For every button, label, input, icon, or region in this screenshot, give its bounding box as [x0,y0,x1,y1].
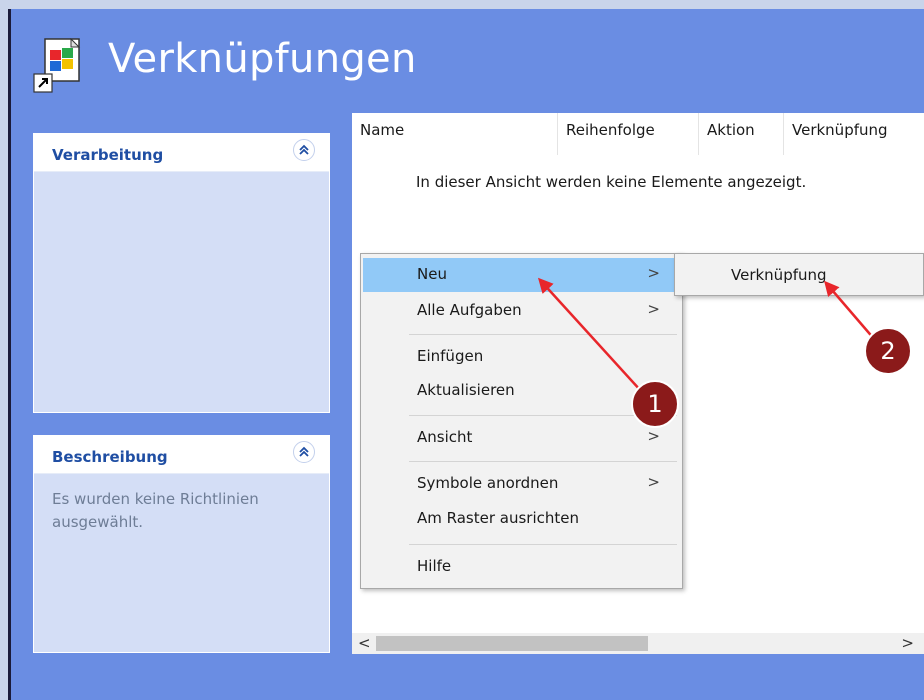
annotation-badge-1: 1 [631,380,679,428]
menu-separator [409,334,677,335]
empty-view-message: In dieser Ansicht werden keine Elemente … [416,173,807,191]
menu-item-hilfe[interactable]: Hilfe [363,550,680,584]
menu-item-alle-aufgaben[interactable]: Alle Aufgaben > [363,294,680,328]
scroll-left-button[interactable]: < [358,634,371,652]
shortcut-policy-icon [33,37,95,94]
beschreibung-panel: Beschreibung Es wurden keine Richtlinien… [33,435,330,653]
menu-item-label: Neu [417,265,447,283]
menu-item-label: Ansicht [417,428,473,446]
menu-item-label: Symbole anordnen [417,474,559,492]
menu-item-symbole-anordnen[interactable]: Symbole anordnen > [363,467,680,501]
verarbeitung-panel-header[interactable]: Verarbeitung [34,134,329,172]
scrollbar-thumb[interactable] [376,636,648,651]
submenu-arrow-icon: > [647,427,660,445]
submenu-arrow-icon: > [647,264,660,282]
double-chevron-up-icon [299,446,309,457]
submenu-arrow-icon: > [647,300,660,318]
verarbeitung-title: Verarbeitung [52,146,164,164]
page-title: Verknüpfungen [108,36,417,82]
collapse-verarbeitung-button[interactable] [293,139,315,161]
submenu-neu: Verknüpfung [674,253,924,296]
submenu-arrow-icon: > [647,473,660,491]
menu-item-label: Hilfe [417,557,452,575]
menu-item-label: Am Raster ausrichten [417,509,580,527]
menu-item-verknuepfung[interactable]: Verknüpfung [731,266,827,284]
beschreibung-text: Es wurden keine Richtlinien ausgewählt. [52,490,259,531]
column-header-verknuepfung[interactable]: Verknüpfung [784,121,888,151]
menu-item-ansicht[interactable]: Ansicht > [363,421,680,455]
menu-item-einfuegen[interactable]: Einfügen [363,340,680,374]
annotation-badge-2: 2 [864,327,912,375]
beschreibung-panel-header[interactable]: Beschreibung [34,436,329,474]
column-header-reihenfolge[interactable]: Reihenfolge [558,121,655,151]
window-edge [8,9,11,700]
menu-separator [409,544,677,545]
scroll-right-button[interactable]: > [901,634,914,652]
beschreibung-title: Beschreibung [52,448,168,466]
verarbeitung-panel: Verarbeitung [33,133,330,413]
menu-separator [409,461,677,462]
menu-item-label: Einfügen [417,347,484,365]
horizontal-scrollbar[interactable]: < > [352,633,924,654]
menu-item-neu[interactable]: Neu > [363,258,680,292]
collapse-beschreibung-button[interactable] [293,441,315,463]
menu-item-label: Aktualisieren [417,381,515,399]
context-menu: Neu > Alle Aufgaben > Einfügen Aktualisi… [360,253,683,589]
column-header-name[interactable]: Name [352,121,404,151]
column-header-aktion[interactable]: Aktion [699,121,755,151]
double-chevron-up-icon [299,144,309,155]
menu-item-am-raster-ausrichten[interactable]: Am Raster ausrichten [363,502,680,536]
menu-item-label: Alle Aufgaben [417,301,522,319]
